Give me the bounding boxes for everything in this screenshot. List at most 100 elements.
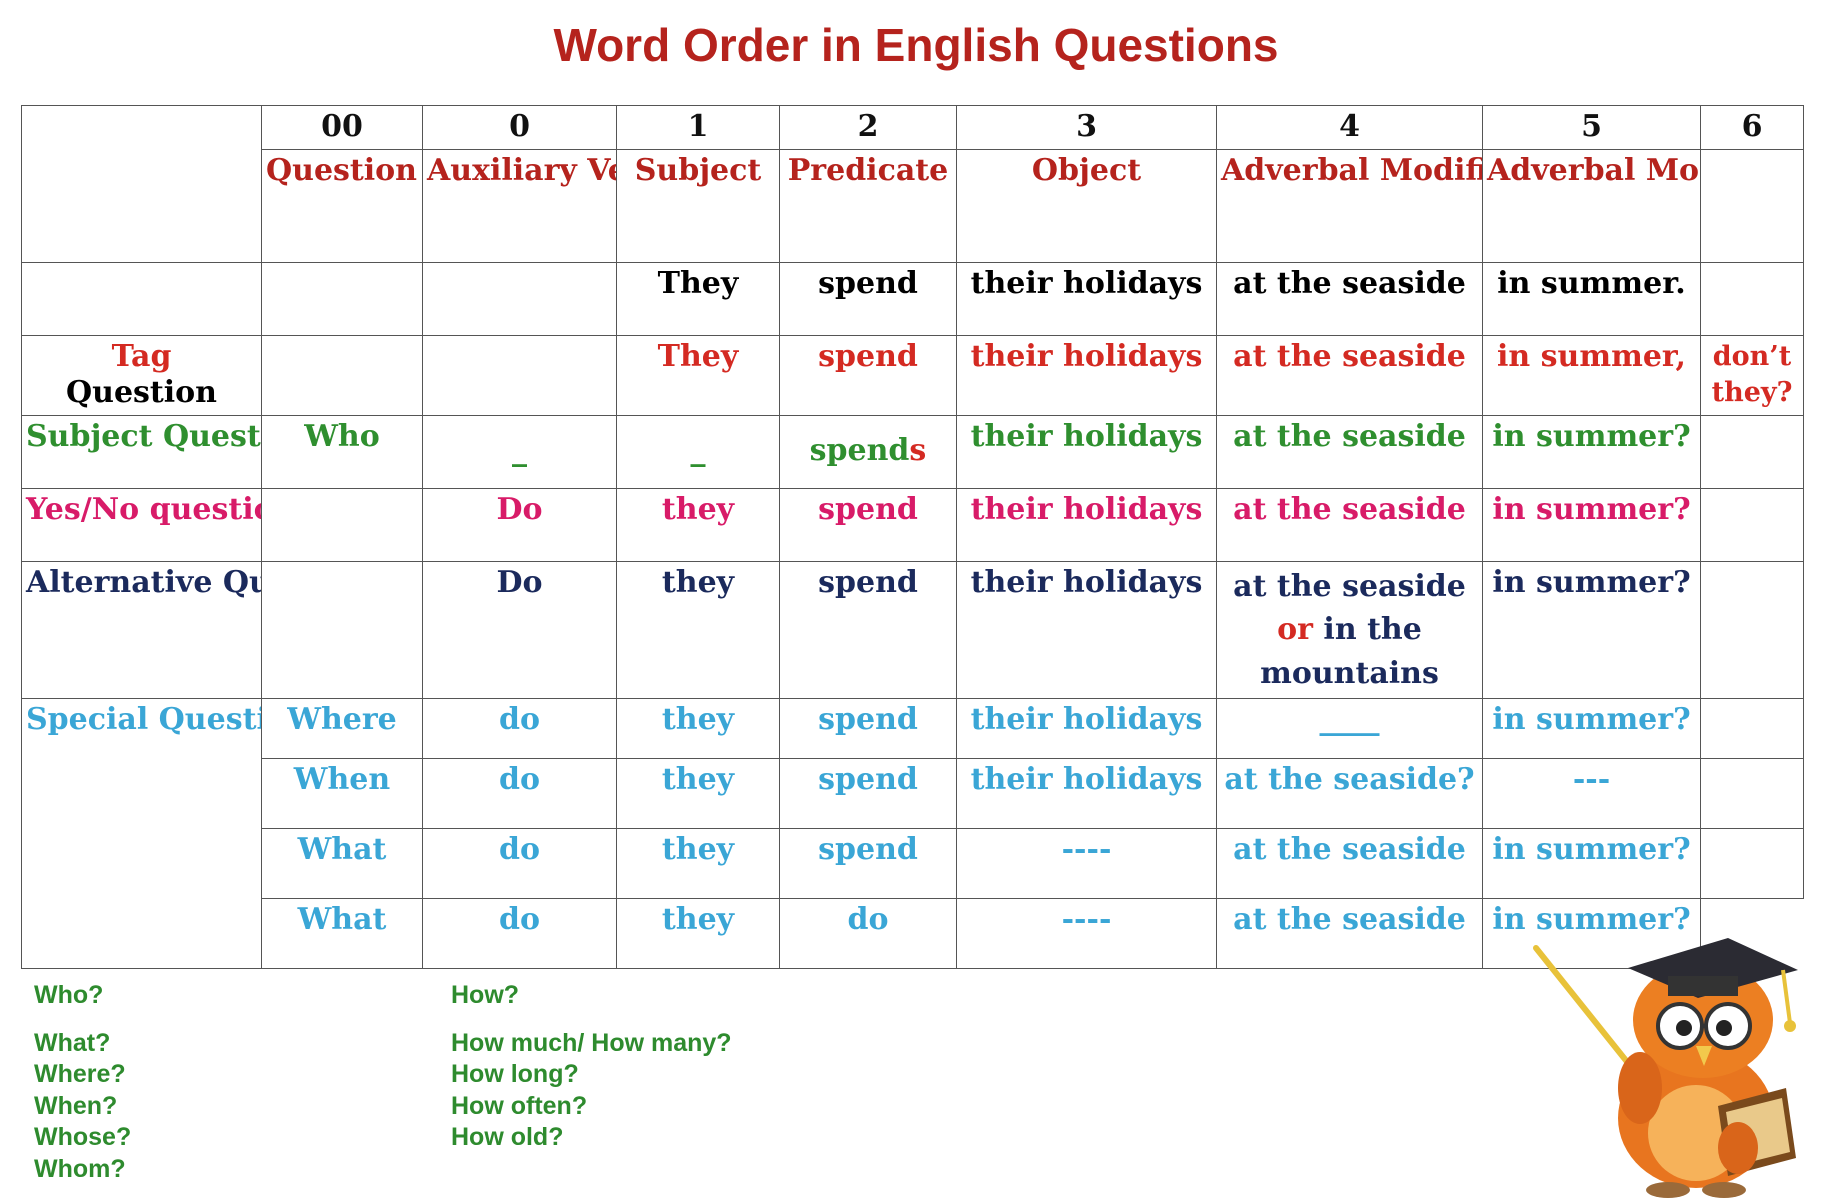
cell-subject: They <box>616 334 780 416</box>
row-label-empty <box>21 261 262 336</box>
row-label-special: Special Question <box>21 698 262 970</box>
alternative-question-row: Alternative Question (OR Question) Do th… <box>21 560 1804 700</box>
row-label-tag: Tag Question <box>21 334 262 416</box>
cell-time: in summer, <box>1482 334 1701 416</box>
cell-predicate: do <box>779 898 957 970</box>
mortarboard-base <box>1668 976 1738 996</box>
cell-empty <box>261 261 423 336</box>
owl-professor-illustration <box>1533 938 1798 1198</box>
cell-aux: do <box>422 698 617 760</box>
header-number: 5 <box>1482 105 1701 150</box>
cell-question-word: What <box>261 898 423 970</box>
cell-predicate: spends <box>779 414 957 489</box>
header-subject: Subject <box>616 148 780 263</box>
cell-aux: Do <box>422 560 617 700</box>
cell-time: in summer? <box>1482 560 1701 700</box>
cell-predicate: spend <box>779 758 957 830</box>
pupil-left <box>1676 1020 1692 1036</box>
header-predicate: Predicate <box>779 148 957 263</box>
header-time: Adverbal Modifier of Time <box>1482 148 1701 263</box>
cell-object: their holidays <box>956 487 1217 562</box>
cell-question-word: When <box>261 758 423 830</box>
place-option-c: mountains <box>1260 655 1439 691</box>
cell-subject: They <box>616 261 780 336</box>
cell-object: their holidays <box>956 261 1217 336</box>
cell-empty <box>1700 698 1804 760</box>
tag-part-b: they? <box>1711 377 1793 409</box>
question-word-item: How? <box>451 981 520 1009</box>
cell-place: at the seaside <box>1216 898 1483 970</box>
pointer-stick <box>1533 945 1643 1081</box>
cell-predicate: spend <box>779 334 957 416</box>
statement-row: They spend their holidays at the seaside… <box>21 261 1804 336</box>
cell-subject: they <box>616 698 780 760</box>
header-name-row: Question Word Auxiliary Verb Subject Pre… <box>22 148 1804 263</box>
row-label-yes-no: Yes/No question <box>21 487 262 562</box>
header-number: 1 <box>616 105 780 150</box>
cell-subject: they <box>616 560 780 700</box>
cell-empty <box>261 560 423 700</box>
cell-object: their holidays <box>956 758 1217 830</box>
cell-aux: do <box>422 828 617 900</box>
header-number: 0 <box>422 105 617 150</box>
predicate-stem: spend <box>809 433 910 469</box>
cell-empty <box>422 261 617 336</box>
tag-question-row: Tag Question They spend their holidays a… <box>21 334 1804 416</box>
tag-part-a: don’t <box>1712 340 1792 372</box>
cell-subject: they <box>616 487 780 562</box>
question-word-item: Who? <box>34 981 104 1009</box>
cell-question-word: What <box>261 828 423 900</box>
special-question-row: What do they spend ---- at the seaside i… <box>22 828 1804 900</box>
row-label-subject-question: Subject Question <box>21 414 262 489</box>
question-word-item: How long? <box>451 1060 579 1088</box>
cell-predicate: spend <box>779 828 957 900</box>
cell-time: in summer? <box>1482 828 1701 900</box>
cell-time: in summer? <box>1482 487 1701 562</box>
cell-place: at the seaside or in the mountains <box>1216 560 1483 700</box>
cell-time: --- <box>1482 758 1701 830</box>
row-label-question-word: Question <box>66 375 217 411</box>
header-number: 6 <box>1700 105 1804 150</box>
header-number: 4 <box>1216 105 1483 150</box>
cell-aux: Do <box>422 487 617 562</box>
cell-empty <box>261 487 423 562</box>
cell-empty <box>1700 560 1804 700</box>
word-order-table: 00 0 1 2 3 4 5 6 Question Word Auxiliary… <box>21 105 1804 970</box>
header-place: Adverbal Modifier of Place <box>1216 148 1483 263</box>
question-word-item: How old? <box>451 1123 564 1151</box>
pupil-right <box>1716 1020 1732 1036</box>
cell-aux: _ <box>422 414 617 489</box>
header-number: 2 <box>779 105 957 150</box>
cell-empty <box>1700 828 1804 900</box>
question-word-item: How often? <box>451 1091 588 1120</box>
question-words-list-right: How? How much/ How many? How long? How o… <box>451 980 732 1154</box>
cell-object: their holidays <box>956 560 1217 700</box>
question-word-item: How much/ How many? <box>451 1028 732 1057</box>
cell-aux: do <box>422 758 617 830</box>
cell-time: in summer. <box>1482 261 1701 336</box>
header-question-word: Question Word <box>261 148 423 263</box>
owl-wing-right <box>1718 1122 1758 1174</box>
cell-time: in summer? <box>1482 414 1701 489</box>
row-label-alternative: Alternative Question (OR Question) <box>21 560 262 700</box>
cell-predicate: spend <box>779 487 957 562</box>
cell-place: at the seaside <box>1216 487 1483 562</box>
cell-place: at the seaside <box>1216 261 1483 336</box>
owl-foot-right <box>1702 1182 1746 1198</box>
cell-empty <box>1700 487 1804 562</box>
row-label-tag-word: Tag <box>111 338 172 374</box>
cell-question-word: Where <box>261 698 423 760</box>
cell-empty <box>1700 414 1804 489</box>
cell-aux: do <box>422 898 617 970</box>
place-option-a: at the seaside <box>1233 568 1466 604</box>
question-words-list-left: Who? What? Where? When? Whose? Whom? <box>34 980 131 1185</box>
question-word-item: Whose? <box>34 1123 132 1151</box>
yes-no-question-row: Yes/No question Do they spend their holi… <box>21 487 1804 562</box>
cell-subject: they <box>616 828 780 900</box>
header-corner-cell <box>21 105 262 263</box>
cell-time: in summer? <box>1482 698 1701 760</box>
header-number: 00 <box>261 105 423 150</box>
header-number-row: 00 0 1 2 3 4 5 6 <box>21 105 1804 263</box>
predicate-ending: s <box>909 433 927 469</box>
question-word-item: When? <box>34 1091 118 1120</box>
